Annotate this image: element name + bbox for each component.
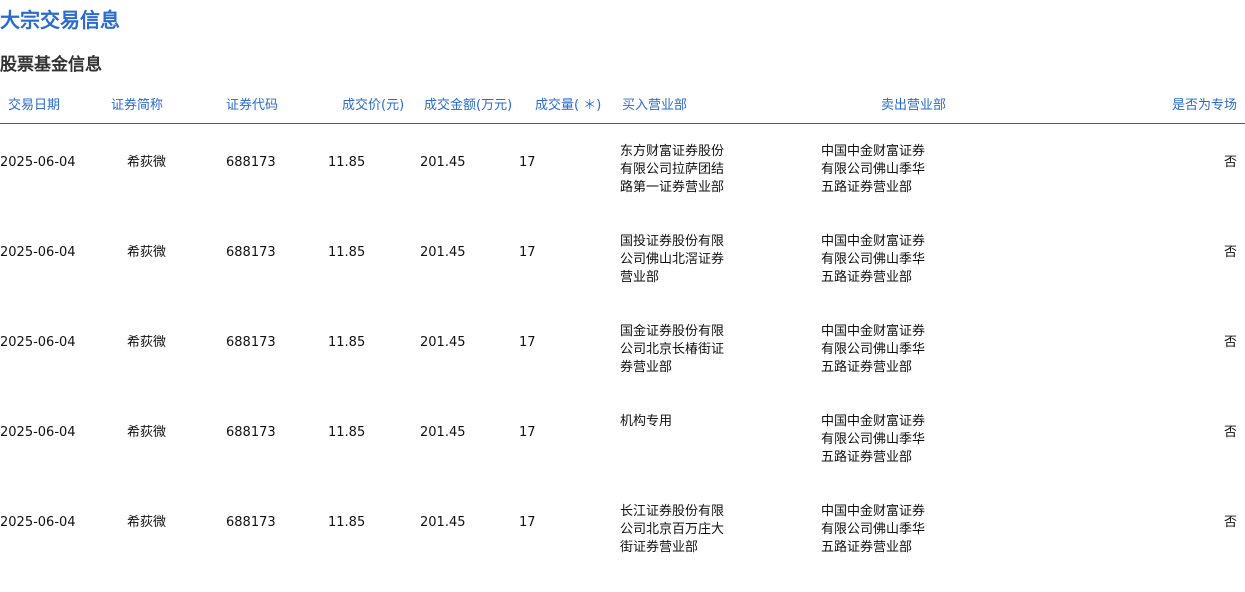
seller-line: 中国中金财富证券 xyxy=(821,414,926,429)
seller-line: 五路证券营业部 xyxy=(821,270,913,285)
header-price[interactable]: 成交价(元) xyxy=(342,96,404,116)
cell-code: 688173 xyxy=(226,155,276,170)
table-row: 2025-06-04 希荻微 688173 11.85 201.45 17 长江证券股份有限… xyxy=(0,502,1245,592)
cell-name: 希荻微 xyxy=(127,335,167,350)
cell-buyer: 机构专用 xyxy=(620,413,730,431)
cell-price: 11.85 xyxy=(328,335,366,350)
buyer-line: 有限公司拉萨团结 xyxy=(620,162,725,177)
header-amount[interactable]: 成交金额(万元) xyxy=(424,96,512,116)
cell-amount: 201.45 xyxy=(420,155,466,170)
buyer-line: 长江证券股份有限 xyxy=(620,504,725,519)
cell-special: 否 xyxy=(1223,155,1237,170)
cell-date: 2025-06-04 xyxy=(0,515,76,530)
buyer-line: 街证券营业部 xyxy=(620,540,699,555)
header-buyer[interactable]: 买入营业部 xyxy=(622,96,687,116)
cell-date: 2025-06-04 xyxy=(0,335,76,350)
cell-code: 688173 xyxy=(226,425,276,440)
seller-line: 五路证券营业部 xyxy=(821,180,913,195)
buyer-line: 营业部 xyxy=(620,270,660,285)
table-row: 2025-06-04 希荻微 688173 11.85 201.45 17 机构专用 中国中金… xyxy=(0,412,1245,502)
header-volume[interactable]: 成交量( ＊) xyxy=(535,96,601,116)
seller-line: 五路证券营业部 xyxy=(821,360,913,375)
header-special[interactable]: 是否为专场 xyxy=(1172,96,1237,116)
cell-price: 11.85 xyxy=(328,155,366,170)
cell-special: 否 xyxy=(1223,335,1237,350)
cell-seller: 中国中金财富证券 有限公司佛山季华 五路证券营业部 xyxy=(821,413,931,467)
cell-special: 否 xyxy=(1223,425,1237,440)
cell-volume: 17 xyxy=(519,245,536,260)
seller-line: 五路证券营业部 xyxy=(821,450,913,465)
buyer-line: 国投证券股份有限 xyxy=(620,234,725,249)
cell-seller: 中国中金财富证券 有限公司佛山季华 五路证券营业部 xyxy=(821,143,931,197)
table-row: 2025-06-04 希荻微 688173 11.85 201.45 17 国金证券股份有限… xyxy=(0,322,1245,412)
header-name[interactable]: 证券简称 xyxy=(111,96,163,116)
seller-line: 有限公司佛山季华 xyxy=(821,522,926,537)
seller-line: 有限公司佛山季华 xyxy=(821,342,926,357)
cell-name: 希荻微 xyxy=(127,245,167,260)
cell-date: 2025-06-04 xyxy=(0,245,76,260)
table-row: 2025-06-04 希荻微 688173 11.85 201.45 17 东方财富证券股份… xyxy=(0,142,1245,232)
cell-code: 688173 xyxy=(226,515,276,530)
buyer-line: 公司北京百万庄大 xyxy=(620,522,725,537)
cell-special: 否 xyxy=(1223,515,1237,530)
cell-name: 希荻微 xyxy=(127,515,167,530)
table-header: 交易日期 证券简称 证券代码 成交价(元) 成交金额(万元) 成交量( ＊) 买… xyxy=(0,96,1245,124)
section-title: 股票基金信息 xyxy=(0,55,102,75)
seller-line: 有限公司佛山季华 xyxy=(821,252,926,267)
cell-volume: 17 xyxy=(519,515,536,530)
cell-amount: 201.45 xyxy=(420,335,466,350)
header-seller[interactable]: 卖出营业部 xyxy=(881,96,946,116)
cell-seller: 中国中金财富证券 有限公司佛山季华 五路证券营业部 xyxy=(821,233,931,287)
seller-line: 有限公司佛山季华 xyxy=(821,162,926,177)
seller-line: 有限公司佛山季华 xyxy=(821,432,926,447)
cell-code: 688173 xyxy=(226,335,276,350)
cell-volume: 17 xyxy=(519,155,536,170)
cell-date: 2025-06-04 xyxy=(0,425,76,440)
buyer-line: 公司佛山北滘证券 xyxy=(620,252,725,267)
seller-line: 中国中金财富证券 xyxy=(821,144,926,159)
cell-seller: 中国中金财富证券 有限公司佛山季华 五路证券营业部 xyxy=(821,503,931,557)
table-row: 2025-06-04 希荻微 688173 11.85 201.45 17 国投证券股份有限… xyxy=(0,232,1245,322)
seller-line: 中国中金财富证券 xyxy=(821,234,926,249)
seller-line: 中国中金财富证券 xyxy=(821,504,926,519)
cell-buyer: 国投证券股份有限 公司佛山北滘证券 营业部 xyxy=(620,233,730,287)
page-title: 大宗交易信息 xyxy=(0,8,120,32)
buyer-line: 路第一证券营业部 xyxy=(620,180,725,195)
cell-name: 希荻微 xyxy=(127,425,167,440)
cell-buyer: 国金证券股份有限 公司北京长椿街证 券营业部 xyxy=(620,323,730,377)
cell-price: 11.85 xyxy=(328,515,366,530)
header-date[interactable]: 交易日期 xyxy=(8,96,60,116)
cell-amount: 201.45 xyxy=(420,425,466,440)
cell-amount: 201.45 xyxy=(420,245,466,260)
seller-line: 中国中金财富证券 xyxy=(821,324,926,339)
cell-amount: 201.45 xyxy=(420,515,466,530)
cell-seller: 中国中金财富证券 有限公司佛山季华 五路证券营业部 xyxy=(821,323,931,377)
cell-special: 否 xyxy=(1223,245,1237,260)
buyer-line: 公司北京长椿街证 xyxy=(620,342,725,357)
cell-code: 688173 xyxy=(226,245,276,260)
cell-name: 希荻微 xyxy=(127,155,167,170)
buyer-line: 东方财富证券股份 xyxy=(620,144,725,159)
buyer-line: 国金证券股份有限 xyxy=(620,324,725,339)
cell-price: 11.85 xyxy=(328,425,366,440)
cell-buyer: 东方财富证券股份 有限公司拉萨团结 路第一证券营业部 xyxy=(620,143,730,197)
header-code[interactable]: 证券代码 xyxy=(226,96,278,116)
cell-buyer: 长江证券股份有限 公司北京百万庄大 街证券营业部 xyxy=(620,503,730,557)
cell-volume: 17 xyxy=(519,335,536,350)
cell-price: 11.85 xyxy=(328,245,366,260)
seller-line: 五路证券营业部 xyxy=(821,540,913,555)
cell-volume: 17 xyxy=(519,425,536,440)
buyer-line: 券营业部 xyxy=(620,360,673,375)
cell-date: 2025-06-04 xyxy=(0,155,76,170)
buyer-line: 机构专用 xyxy=(620,414,673,429)
